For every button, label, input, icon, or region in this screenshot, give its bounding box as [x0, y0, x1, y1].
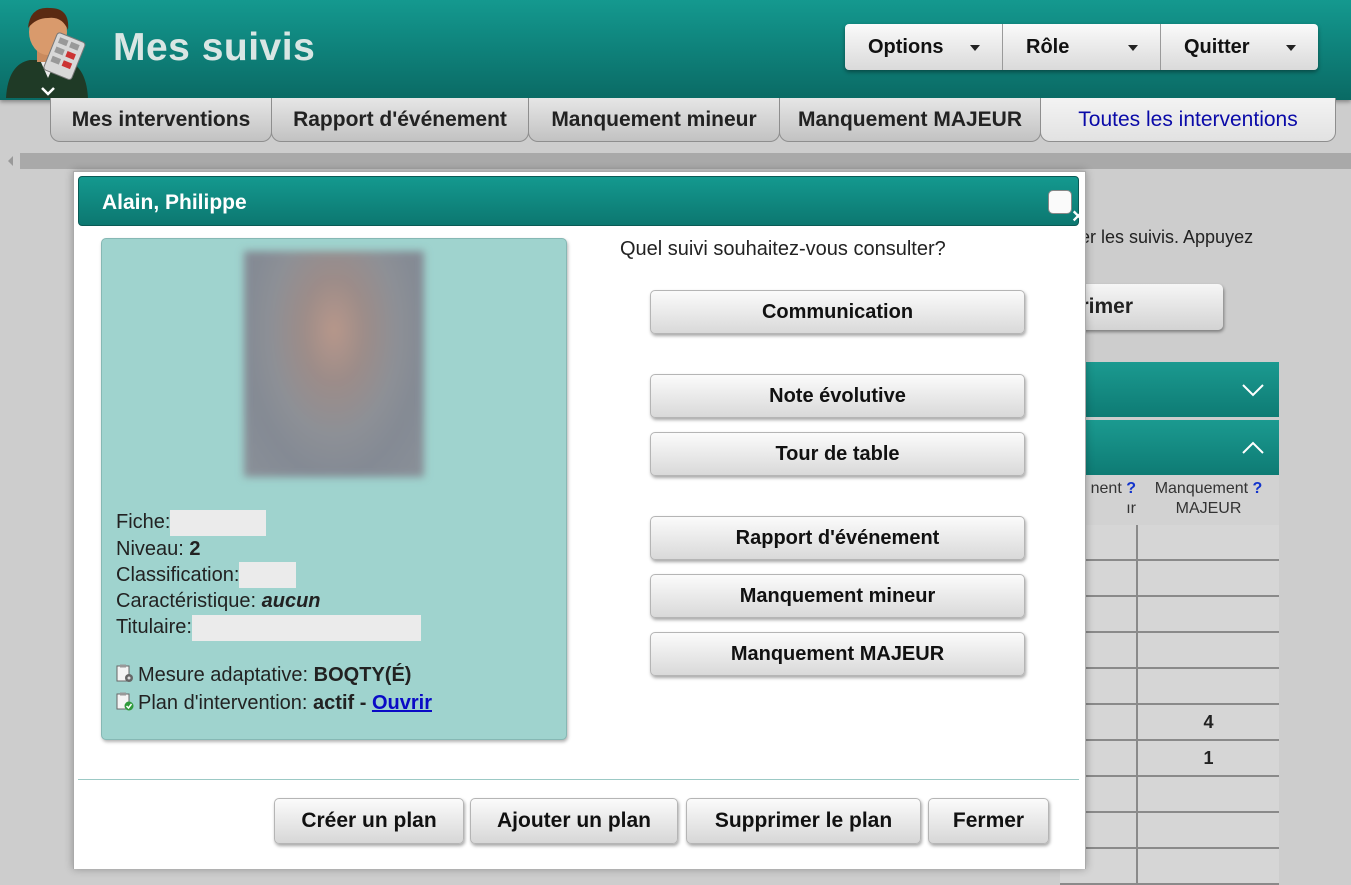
options-menu-button[interactable]: Options	[845, 24, 1003, 70]
background-instructions: er les suivis. Appuyez	[1080, 227, 1254, 247]
mesure-row: Mesure adaptative: BOQTY(É)	[116, 661, 432, 689]
chevron-down-icon	[970, 45, 980, 51]
delete-plan-button[interactable]: Supprimer le plan	[686, 798, 921, 844]
help-icon[interactable]: ?	[1126, 480, 1136, 497]
app-header: Mes suivis Options Rôle Quitter	[0, 0, 1351, 100]
close-button[interactable]: ×	[1048, 190, 1084, 228]
tab-toutes-interventions[interactable]: Toutes les interventions	[1040, 98, 1336, 142]
open-plan-link[interactable]: Ouvrir	[372, 692, 432, 714]
chevron-down-icon	[1128, 45, 1138, 51]
fiche-row: Fiche:	[116, 509, 421, 536]
rapport-evenement-button[interactable]: Rapport d'événement	[650, 516, 1025, 560]
modal-title: Alain, Philippe	[102, 191, 247, 214]
help-icon[interactable]: ?	[1253, 480, 1263, 497]
create-plan-button[interactable]: Créer un plan	[274, 798, 464, 844]
app-title: Mes suivis	[113, 26, 316, 69]
quit-menu-label: Quitter	[1184, 35, 1250, 58]
scroll-left-icon[interactable]	[8, 156, 13, 166]
redacted-field	[170, 509, 267, 536]
column-header-manquement-majeur: Manquement ? MAJEUR	[1154, 480, 1263, 517]
table-cell-value: 1	[1203, 748, 1214, 768]
note-evolutive-button[interactable]: Note évolutive	[650, 374, 1025, 418]
table-row	[1060, 525, 1279, 561]
main-tabs: Mes interventions Rapport d'événement Ma…	[50, 98, 1336, 144]
chevron-down-icon	[1242, 384, 1264, 397]
table-row	[1060, 849, 1279, 885]
student-photo	[244, 251, 424, 477]
profile-card: Fiche: Niveau: 2 Classification: Caracté…	[101, 238, 567, 740]
table-row	[1060, 813, 1279, 849]
options-menu-label: Options	[868, 35, 944, 58]
table-row: 4	[1060, 705, 1279, 741]
table-row: 1	[1060, 741, 1279, 777]
titulaire-row: Titulaire:	[116, 614, 421, 642]
table-row	[1060, 777, 1279, 813]
tour-de-table-button[interactable]: Tour de table	[650, 432, 1025, 476]
tab-mes-interventions[interactable]: Mes interventions	[50, 98, 272, 142]
table-row	[1060, 597, 1279, 633]
modal-divider	[78, 779, 1079, 780]
profile-info: Fiche: Niveau: 2 Classification: Caracté…	[116, 509, 421, 642]
manquement-majeur-button[interactable]: Manquement MAJEUR	[650, 632, 1025, 676]
role-menu-label: Rôle	[1026, 35, 1070, 58]
clipboard-check-icon	[116, 692, 134, 711]
chevron-up-icon	[1242, 441, 1264, 454]
tab-manquement-majeur[interactable]: Manquement MAJEUR	[779, 98, 1041, 142]
question-label: Quel suivi souhaitez-vous consulter?	[620, 238, 946, 260]
table-cell-value: 4	[1203, 712, 1214, 732]
table-body: 4 1	[1060, 525, 1279, 885]
tab-manquement-mineur[interactable]: Manquement mineur	[528, 98, 780, 142]
table-row	[1060, 561, 1279, 597]
caracteristique-row: Caractéristique: aucun	[116, 590, 321, 613]
close-modal-button[interactable]: Fermer	[928, 798, 1049, 844]
user-avatar-icon	[6, 7, 88, 98]
tab-rapport-evenement[interactable]: Rapport d'événement	[271, 98, 529, 142]
horizontal-scrollbar[interactable]	[20, 153, 1351, 169]
collapsed-section-header[interactable]	[1060, 362, 1279, 417]
clipboard-gear-icon	[116, 664, 133, 682]
measures-block: Mesure adaptative: BOQTY(É) Plan d'inter…	[116, 661, 432, 717]
role-menu-button[interactable]: Rôle	[1003, 24, 1161, 70]
background-delete-label: rimer	[1080, 295, 1133, 318]
niveau-row: Niveau: 2	[116, 537, 201, 560]
close-icon: ×	[1072, 205, 1085, 228]
background-table-panel: nent ? ır Manquement ? MAJEUR 4 1	[1060, 362, 1279, 885]
modal-title-bar: Alain, Philippe ×	[78, 176, 1084, 228]
student-modal: Alain, Philippe × Fiche: Niveau: 2 Class…	[73, 171, 1086, 869]
classification-row: Classification:	[116, 562, 421, 589]
plan-row: Plan d'intervention: actif - Ouvrir	[116, 689, 432, 717]
communication-button[interactable]: Communication	[650, 290, 1025, 334]
add-plan-button[interactable]: Ajouter un plan	[470, 798, 678, 844]
redacted-field	[191, 615, 421, 642]
header-menu: Options Rôle Quitter	[845, 24, 1318, 70]
quit-menu-button[interactable]: Quitter	[1161, 24, 1318, 70]
table-row	[1060, 669, 1279, 705]
table-row	[1060, 633, 1279, 669]
expanded-section-header[interactable]	[1060, 420, 1279, 475]
manquement-mineur-button[interactable]: Manquement mineur	[650, 574, 1025, 618]
table-header-row: nent ? ır Manquement ? MAJEUR	[1060, 475, 1279, 526]
redacted-field	[239, 562, 297, 589]
chevron-down-icon	[1286, 45, 1296, 51]
